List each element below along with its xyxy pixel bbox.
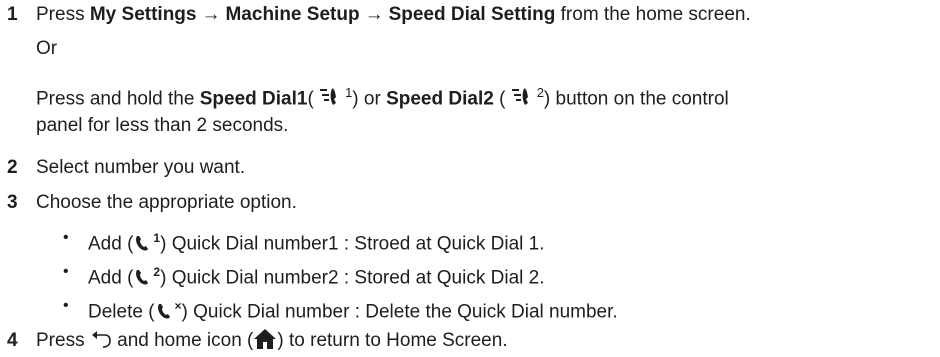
phone-icon (133, 267, 153, 294)
step-text: panel for less than 2 seconds. (36, 115, 289, 136)
step-2: 2 Select number you want. (0, 156, 245, 180)
option-description: ) Quick Dial number : Delete the Quick D… (181, 301, 618, 323)
option-prefix: Add ( (88, 233, 134, 255)
arrow: → (201, 4, 221, 25)
paren: ( (499, 88, 506, 110)
back-icon (90, 330, 112, 357)
step-text: Press (36, 330, 85, 351)
step-3: 3 Choose the appropriate option. (0, 191, 297, 215)
menu-my-settings: My Settings (89, 4, 197, 25)
step-text: Choose the appropriate option. (36, 192, 297, 213)
menu-speed-dial-setting: Speed Dial Setting (388, 4, 556, 25)
step-text: ) button on the control (543, 88, 729, 110)
step-text: from the home screen. (560, 4, 751, 25)
step-number: 2 (7, 157, 18, 178)
step-number: 3 (7, 192, 18, 213)
step-text: and home icon ( (117, 330, 254, 351)
step-number: 4 (7, 330, 18, 351)
step-text: ) to return to Home Screen. (277, 330, 508, 351)
option-description: ) Quick Dial number1 : Stroed at Quick D… (160, 233, 545, 255)
speed-dial1-label: Speed Dial1 (199, 88, 308, 110)
or-text: Or (36, 38, 58, 59)
step-1: 1 Press My Settings → Machine Setup → Speed D… (0, 3, 751, 27)
bullet: • (63, 263, 69, 280)
step-text: Press and hold the (36, 88, 195, 110)
phone-icon (133, 233, 153, 260)
speed-dial-icon (319, 86, 345, 115)
option-text: Add (2) Quick Dial number2 : Stored at Q… (88, 260, 544, 294)
speed-dial-icon (511, 86, 537, 115)
option-prefix: Delete ( (88, 301, 155, 323)
phone-icon (155, 301, 175, 328)
option-text: Delete ( ×) Quick Dial number : Delete th… (88, 294, 618, 328)
menu-machine-setup: Machine Setup (225, 4, 360, 25)
step-text: Press (36, 4, 85, 25)
bullet: • (63, 229, 69, 246)
option-text: Add (1) Quick Dial number1 : Stroed at Q… (88, 226, 544, 260)
option-prefix: Add ( (88, 267, 134, 289)
home-icon (253, 328, 277, 357)
speed-dial2-label: Speed Dial2 (386, 88, 494, 110)
phone-icon-badge: × (174, 299, 182, 313)
speed-dial-number: 2 (536, 85, 544, 100)
step-4: 4 Press and home icon ( ) to return to Ho… (0, 328, 508, 357)
step-text: Select number you want. (36, 157, 246, 178)
step-text: ) or (352, 88, 381, 110)
bullet: • (63, 297, 69, 314)
paren: ( (307, 88, 314, 110)
option-description: ) Quick Dial number2 : Stored at Quick D… (160, 267, 545, 289)
step-number: 1 (7, 4, 18, 25)
arrow: → (364, 4, 384, 25)
step-1-alternative: Press and hold the Speed Dial1( 1) or Sp… (36, 81, 729, 115)
